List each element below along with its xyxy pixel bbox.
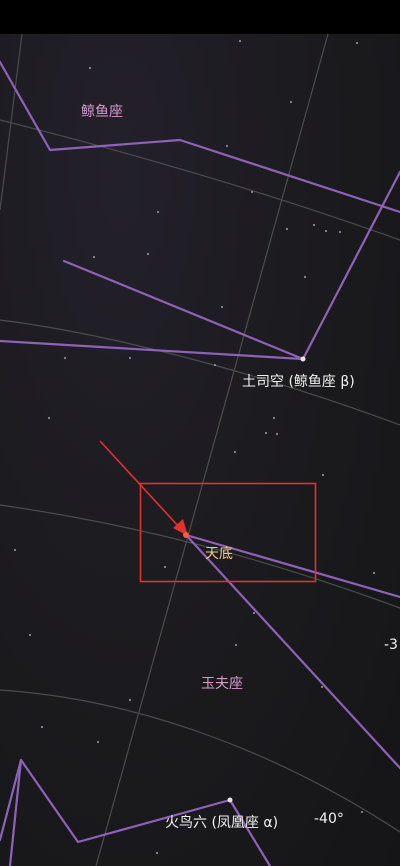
star[interactable] xyxy=(321,686,323,688)
star[interactable] xyxy=(221,306,223,308)
star[interactable] xyxy=(325,230,327,232)
star-label-ankaa[interactable]: 火鸟六 (凤凰座 α) xyxy=(165,815,278,831)
star[interactable] xyxy=(41,726,43,728)
star[interactable] xyxy=(234,451,236,453)
hour-circle-line xyxy=(0,33,23,211)
star[interactable] xyxy=(253,612,255,614)
star[interactable] xyxy=(322,474,324,476)
star[interactable] xyxy=(97,741,99,743)
star-label-diphda[interactable]: 土司空 (鲸鱼座 β) xyxy=(242,374,355,390)
constellation-lines xyxy=(0,60,400,866)
declination-label-minus-40: -40° xyxy=(314,811,344,827)
star[interactable] xyxy=(164,566,166,568)
star[interactable] xyxy=(226,145,228,147)
star[interactable] xyxy=(214,364,216,366)
coordinate-grid xyxy=(0,33,400,866)
star[interactable] xyxy=(157,211,159,213)
star[interactable] xyxy=(147,253,149,255)
cetus-line xyxy=(0,339,305,361)
star[interactable] xyxy=(304,276,306,278)
constellation-label-cetus[interactable]: 鲸鱼座 xyxy=(81,104,123,120)
star[interactable] xyxy=(251,191,253,193)
hour-circle-line xyxy=(95,33,329,866)
star[interactable] xyxy=(129,357,131,359)
sky-canvas[interactable] xyxy=(0,0,400,866)
cetus-line xyxy=(62,170,400,361)
star[interactable] xyxy=(373,572,375,574)
star[interactable] xyxy=(129,699,131,701)
star[interactable] xyxy=(14,549,16,551)
ankaa-star[interactable] xyxy=(227,797,233,803)
sky-map[interactable]: 鲸鱼座 土司空 (鲸鱼座 β) 天底 -3 玉夫座 火鸟六 (凤凰座 α) -4… xyxy=(0,0,400,866)
star[interactable] xyxy=(339,231,341,233)
star[interactable] xyxy=(361,811,363,813)
phoenix-line xyxy=(8,758,23,866)
background-stars xyxy=(14,40,375,854)
declination-label-minus-30: -3 xyxy=(384,637,398,653)
star[interactable] xyxy=(48,417,50,419)
declination-grid-line-minus-30 xyxy=(0,504,400,609)
cetus-line xyxy=(0,60,400,214)
star[interactable] xyxy=(93,256,95,258)
star[interactable] xyxy=(89,67,91,69)
nadir-marker[interactable] xyxy=(183,532,189,538)
ra-grid-line xyxy=(0,119,400,241)
sculptor-line xyxy=(184,533,400,599)
star[interactable] xyxy=(356,42,358,44)
star[interactable] xyxy=(276,433,278,435)
diphda-star[interactable] xyxy=(300,356,306,362)
phoenix-line xyxy=(228,798,272,866)
nadir-label[interactable]: 天底 xyxy=(205,546,233,562)
ra-grid-line xyxy=(0,319,400,426)
star[interactable] xyxy=(239,40,241,42)
sculptor-line xyxy=(184,533,400,770)
star[interactable] xyxy=(156,852,158,854)
star[interactable] xyxy=(64,357,66,359)
star[interactable] xyxy=(29,634,31,636)
star[interactable] xyxy=(286,228,288,230)
star[interactable] xyxy=(313,224,315,226)
highlight-box xyxy=(139,482,317,583)
star[interactable] xyxy=(290,101,292,103)
constellation-label-sculptor[interactable]: 玉夫座 xyxy=(201,676,243,692)
star[interactable] xyxy=(235,644,237,646)
star[interactable] xyxy=(273,417,275,419)
star[interactable] xyxy=(265,432,267,434)
